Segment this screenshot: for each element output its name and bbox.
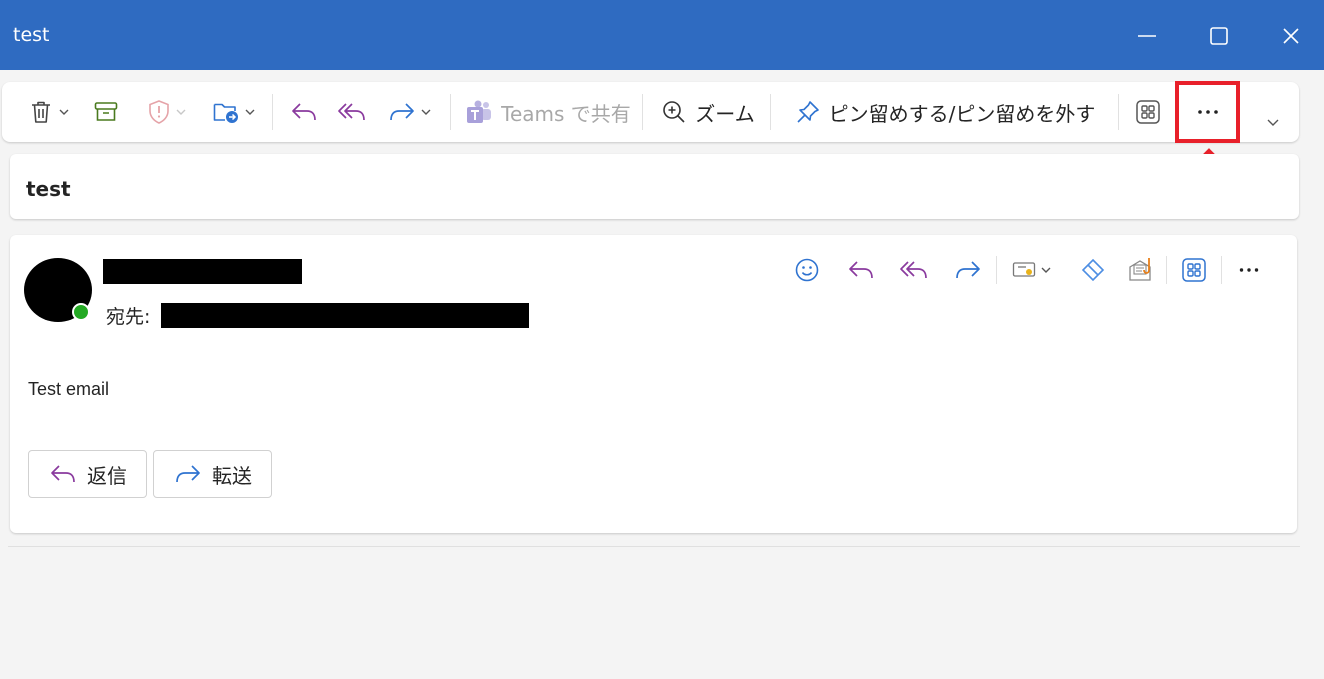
archive-icon [94, 102, 118, 121]
subject-pane: test [10, 154, 1299, 219]
zoom-button[interactable]: ズーム [656, 82, 760, 142]
report-button[interactable] [139, 82, 195, 142]
toolbar-divider [770, 94, 771, 130]
title-bar: test [0, 0, 1324, 70]
chevron-down-icon [59, 109, 69, 115]
trash-icon [32, 101, 50, 123]
maximize-button[interactable] [1200, 17, 1238, 55]
content-divider [8, 546, 1300, 547]
email-addin-button[interactable] [1124, 253, 1158, 287]
to-label: 宛先: [106, 306, 151, 328]
reply-all-icon [338, 103, 365, 121]
redacted-recipient [161, 303, 529, 328]
toolbar-divider [272, 94, 273, 130]
loop-button[interactable] [1076, 253, 1110, 287]
teams-icon [467, 100, 492, 123]
pin-label: ピン留めする/ピン留めを外す [828, 101, 1096, 126]
forward-icon [390, 103, 414, 121]
chevron-down-icon [245, 109, 255, 115]
zoom-in-icon [663, 101, 685, 123]
reply-action-label: 返信 [87, 463, 127, 488]
message-reply-button[interactable] [843, 253, 879, 287]
close-icon [1283, 28, 1299, 44]
reply-icon [292, 103, 316, 121]
mail-hook-icon [1129, 258, 1151, 281]
apps-icon [1182, 258, 1206, 282]
reply-icon [849, 261, 873, 279]
expand-toolbar-button[interactable] [1260, 92, 1286, 152]
presence-badge [72, 303, 90, 321]
share-to-teams-label: Teams で共有 [501, 101, 631, 126]
apps-icon [1136, 100, 1160, 124]
maximize-icon [1210, 27, 1228, 45]
message-toolbar: Teams で共有 ズーム ピン留めする/ピン留めを外す [2, 82, 1299, 142]
loop-icon [1081, 258, 1105, 282]
redacted-sender [103, 259, 302, 284]
chevron-down-icon [1267, 119, 1279, 126]
tag-icon [1012, 262, 1036, 277]
close-button[interactable] [1272, 17, 1310, 55]
message-toolbar-divider [996, 256, 997, 284]
highlight-box [1175, 81, 1240, 143]
minimize-icon [1138, 35, 1156, 37]
reply-action-button[interactable]: 返信 [28, 450, 147, 498]
message-toolbar-divider [1221, 256, 1222, 284]
message-reply-all-button[interactable] [896, 253, 932, 287]
toolbar-divider [450, 94, 451, 130]
chevron-down-icon [421, 109, 431, 115]
chevron-down-icon [1041, 267, 1051, 273]
message-card: 宛先: Test email 返信 転送 [10, 235, 1297, 533]
delete-button[interactable] [20, 82, 78, 142]
flag-message-button[interactable] [1006, 253, 1058, 287]
pin-button[interactable]: ピン留めする/ピン留めを外す [784, 82, 1106, 142]
chevron-down-icon [176, 109, 186, 115]
forward-action-button[interactable]: 転送 [153, 450, 272, 498]
window-title: test [13, 24, 50, 46]
apps-button[interactable] [1130, 82, 1166, 142]
minimize-button[interactable] [1128, 17, 1166, 55]
archive-button[interactable] [88, 82, 124, 142]
shield-icon [149, 100, 169, 124]
share-to-teams-button[interactable]: Teams で共有 [464, 82, 632, 142]
reply-all-button[interactable] [332, 82, 372, 142]
more-icon [1239, 268, 1259, 272]
message-more-button[interactable] [1232, 253, 1266, 287]
reply-icon [51, 465, 75, 483]
forward-action-label: 転送 [212, 463, 252, 488]
smiley-icon [795, 258, 819, 282]
toolbar-divider [1118, 94, 1119, 130]
pin-icon [797, 101, 819, 123]
forward-icon [956, 261, 980, 279]
message-toolbar-divider [1166, 256, 1167, 284]
toolbar-divider [642, 94, 643, 130]
reply-all-icon [900, 261, 927, 279]
reply-button[interactable] [284, 82, 324, 142]
forward-icon [176, 465, 200, 483]
message-body: Test email [28, 379, 110, 399]
zoom-label: ズーム [695, 101, 755, 126]
message-forward-button[interactable] [950, 253, 986, 287]
move-button[interactable] [206, 82, 262, 142]
reaction-button[interactable] [790, 253, 824, 287]
folder-move-icon [213, 103, 238, 123]
message-apps-button[interactable] [1177, 253, 1211, 287]
forward-button[interactable] [382, 82, 438, 142]
subject-text: test [26, 177, 71, 201]
